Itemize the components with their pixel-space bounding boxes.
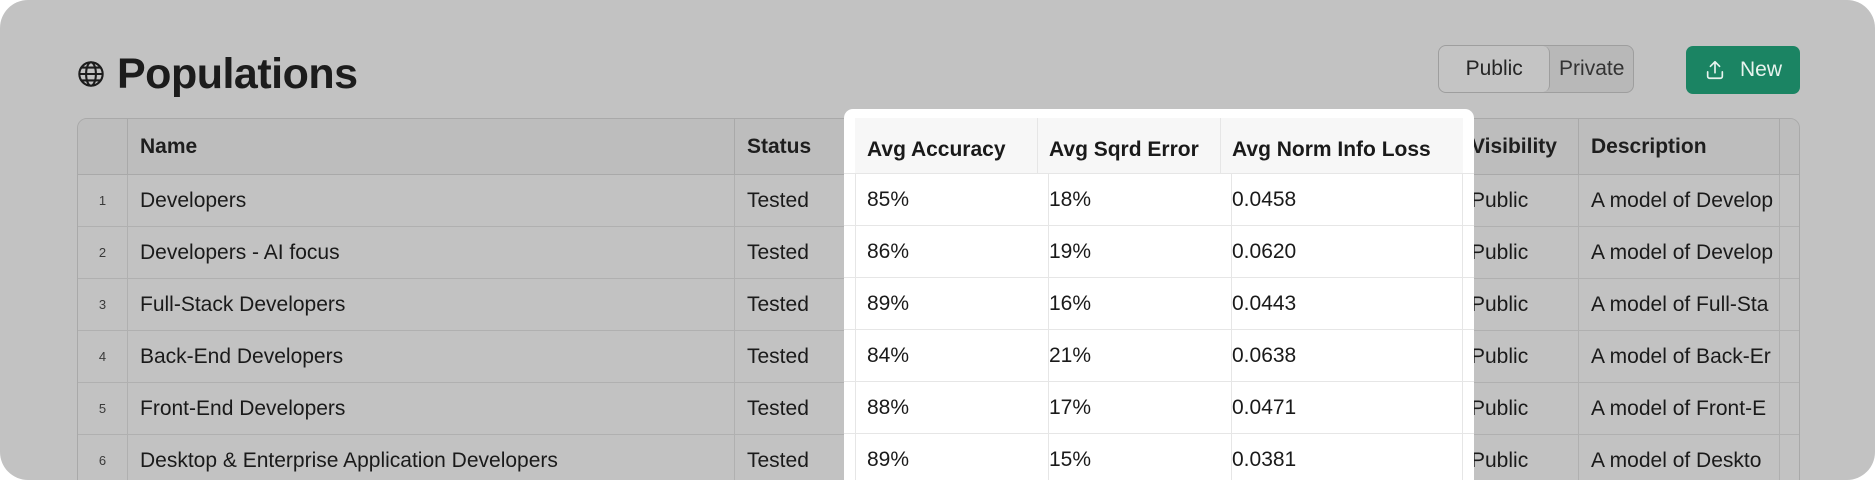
new-button-label: New	[1739, 58, 1782, 81]
highlighted-row[interactable]: 86% 19% 0.0620	[844, 226, 1474, 278]
cell-avg-sqrd-error: 17%	[1049, 395, 1092, 419]
cell-description: A model of Develop	[1579, 175, 1780, 226]
cell-name: Desktop & Enterprise Application Develop…	[128, 435, 735, 480]
app-window: Populations Public Private New Name Stat…	[0, 0, 1875, 480]
cell-extra	[1780, 175, 1799, 226]
highlighted-row[interactable]: 84% 21% 0.0638	[844, 330, 1474, 382]
cell-extra	[1780, 227, 1799, 278]
visibility-toggle: Public Private	[1438, 45, 1634, 93]
row-number: 2	[78, 227, 128, 278]
cell-avg-accuracy: 89%	[867, 291, 910, 315]
column-header-status[interactable]: Status	[735, 119, 859, 174]
cell-avg-accuracy: 84%	[867, 343, 910, 367]
cell-status: Tested	[735, 383, 859, 434]
column-divider	[1462, 174, 1463, 480]
cell-avg-sqrd-error: 18%	[1049, 187, 1092, 211]
cell-avg-sqrd-error: 15%	[1049, 447, 1092, 471]
cell-status: Tested	[735, 279, 859, 330]
cell-avg-norm-info-loss: 0.0638	[1232, 343, 1297, 367]
cell-status: Tested	[735, 227, 859, 278]
cell-avg-accuracy: 86%	[867, 239, 910, 263]
cell-status: Tested	[735, 175, 859, 226]
cell-description: A model of Back-Er	[1579, 331, 1780, 382]
cell-description: A model of Front-E	[1579, 383, 1780, 434]
highlighted-row[interactable]: 89% 15% 0.0381	[844, 434, 1474, 480]
column-header-visibility[interactable]: Visibility	[1471, 119, 1579, 174]
cell-avg-norm-info-loss: 0.0471	[1232, 395, 1297, 419]
public-toggle-button[interactable]: Public	[1439, 46, 1551, 92]
highlighted-metrics-columns: Avg Accuracy Avg Sqrd Error Avg Norm Inf…	[844, 109, 1474, 480]
cell-extra	[1780, 279, 1799, 330]
upload-icon	[1706, 60, 1724, 80]
column-divider	[1220, 118, 1221, 173]
cell-extra	[1780, 435, 1799, 480]
cell-visibility: Public	[1471, 435, 1579, 480]
column-divider	[855, 174, 856, 480]
cell-description: A model of Full-Sta	[1579, 279, 1780, 330]
column-header-name[interactable]: Name	[128, 119, 735, 174]
cell-status: Tested	[735, 435, 859, 480]
row-number-header	[78, 119, 128, 174]
column-header-extra	[1780, 119, 1799, 174]
highlighted-row[interactable]: 89% 16% 0.0443	[844, 278, 1474, 330]
cell-extra	[1780, 331, 1799, 382]
private-toggle-button[interactable]: Private	[1550, 46, 1633, 92]
column-divider	[1231, 174, 1232, 480]
cell-avg-sqrd-error: 19%	[1049, 239, 1092, 263]
highlighted-header-row: Avg Accuracy Avg Sqrd Error Avg Norm Inf…	[844, 109, 1474, 174]
cell-visibility: Public	[1471, 331, 1579, 382]
cell-avg-norm-info-loss: 0.0381	[1232, 447, 1297, 471]
row-number: 1	[78, 175, 128, 226]
cell-visibility: Public	[1471, 383, 1579, 434]
column-header-avg-norm-info-loss[interactable]: Avg Norm Info Loss	[1220, 109, 1463, 173]
cell-name: Full-Stack Developers	[128, 279, 735, 330]
row-number: 6	[78, 435, 128, 480]
globe-icon	[78, 61, 104, 87]
page-header: Populations	[77, 46, 358, 102]
cell-avg-accuracy: 89%	[867, 447, 910, 471]
cell-status: Tested	[735, 331, 859, 382]
row-number: 3	[78, 279, 128, 330]
cell-avg-norm-info-loss: 0.0443	[1232, 291, 1297, 315]
new-button[interactable]: New	[1686, 46, 1800, 94]
column-header-avg-sqrd-error[interactable]: Avg Sqrd Error	[1037, 109, 1220, 173]
cell-avg-accuracy: 88%	[867, 395, 910, 419]
cell-name: Back-End Developers	[128, 331, 735, 382]
row-number: 5	[78, 383, 128, 434]
cell-avg-norm-info-loss: 0.0458	[1232, 187, 1297, 211]
column-divider	[1037, 118, 1038, 173]
highlighted-row[interactable]: 88% 17% 0.0471	[844, 382, 1474, 434]
cell-visibility: Public	[1471, 175, 1579, 226]
highlighted-row[interactable]: 85% 18% 0.0458	[844, 174, 1474, 226]
cell-description: A model of Develop	[1579, 227, 1780, 278]
cell-name: Front-End Developers	[128, 383, 735, 434]
column-divider	[1048, 174, 1049, 480]
cell-visibility: Public	[1471, 279, 1579, 330]
cell-description: A model of Deskto	[1579, 435, 1780, 480]
cell-visibility: Public	[1471, 227, 1579, 278]
column-header-avg-accuracy[interactable]: Avg Accuracy	[855, 109, 1037, 173]
row-number: 4	[78, 331, 128, 382]
cell-name: Developers	[128, 175, 735, 226]
cell-avg-sqrd-error: 21%	[1049, 343, 1092, 367]
cell-avg-norm-info-loss: 0.0620	[1232, 239, 1297, 263]
cell-avg-sqrd-error: 16%	[1049, 291, 1092, 315]
column-header-description[interactable]: Description	[1579, 119, 1780, 174]
page-title: Populations	[117, 49, 358, 98]
cell-extra	[1780, 383, 1799, 434]
cell-name: Developers - AI focus	[128, 227, 735, 278]
cell-avg-accuracy: 85%	[867, 187, 910, 211]
